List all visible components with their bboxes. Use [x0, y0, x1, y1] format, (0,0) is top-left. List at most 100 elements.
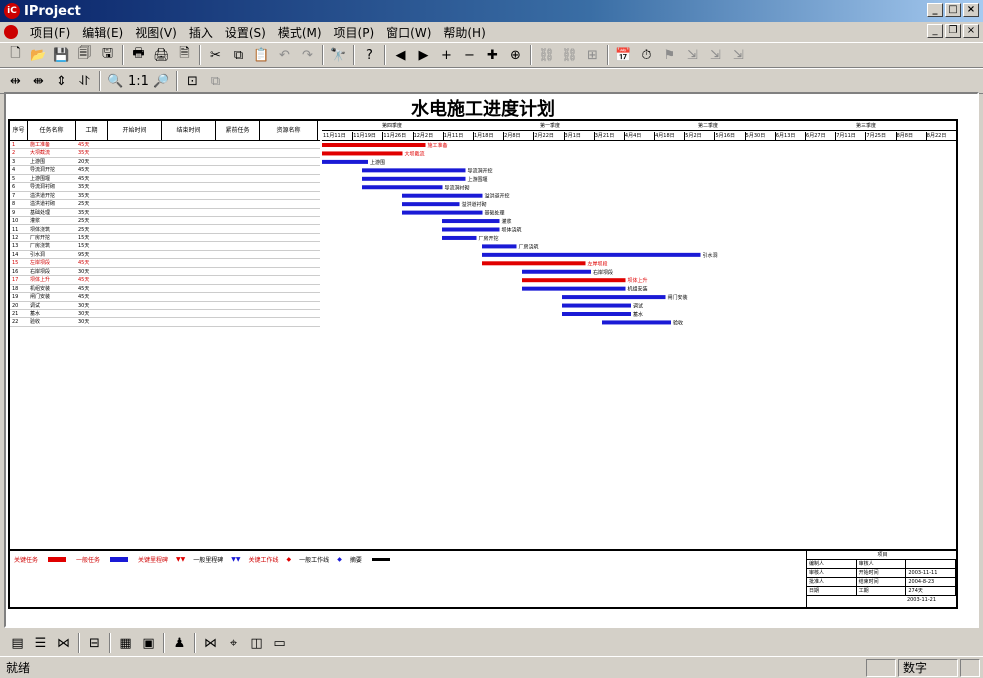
calendar-view-icon[interactable]: ▦ [114, 632, 137, 654]
remove-icon[interactable]: − [458, 44, 481, 66]
resource-link-icon[interactable]: ⇲ [704, 44, 727, 66]
doc-restore-button[interactable]: ❐ [945, 24, 961, 38]
menu-window[interactable]: 窗口(W) [380, 24, 437, 41]
split-icon[interactable]: ⊞ [581, 44, 604, 66]
tracking-icon[interactable]: ⌖ [222, 632, 245, 654]
table-row[interactable]: 14 引水洞 95天 [10, 251, 320, 260]
table-view-icon[interactable]: ▤ [6, 632, 29, 654]
document-menu-icon[interactable] [4, 25, 18, 39]
gantt-bar[interactable] [482, 252, 701, 257]
save-all-icon[interactable]: 🗐 [73, 44, 96, 66]
menu-project[interactable]: 项目(F) [24, 24, 76, 41]
new-icon[interactable]: 🗋 [4, 44, 27, 66]
gantt-bar[interactable] [442, 235, 477, 240]
menu-project-p[interactable]: 项目(P) [328, 24, 381, 41]
close-button[interactable]: × [963, 3, 979, 17]
table-row[interactable]: 5 上游围堰 45天 [10, 175, 320, 184]
paste-icon[interactable]: 📋 [250, 44, 273, 66]
gantt-bar[interactable] [362, 168, 466, 173]
gantt-bar[interactable] [442, 219, 500, 224]
publish-icon[interactable]: 🖫 [96, 44, 119, 66]
maximize-button[interactable]: □ [945, 3, 961, 17]
flag-icon[interactable]: ⚑ [658, 44, 681, 66]
gantt-bar[interactable] [602, 320, 671, 325]
table-row[interactable]: 6 导流洞衬砌 35天 [10, 183, 320, 192]
gantt-bar[interactable] [402, 193, 483, 198]
zoom-out-icon[interactable]: 🔍 [104, 70, 127, 92]
table-row[interactable]: 3 上游围 20天 [10, 158, 320, 167]
split-view-icon[interactable]: ◫ [245, 632, 268, 654]
table-row[interactable]: 17 坝体上升 45天 [10, 276, 320, 285]
doc-minimize-button[interactable]: _ [927, 24, 943, 38]
table-row[interactable]: 8 溢洪道衬砌 25天 [10, 200, 320, 209]
fit-page-icon[interactable]: ⊡ [181, 70, 204, 92]
network-view-icon[interactable]: ⋈ [52, 632, 75, 654]
add-resource-icon[interactable]: ⇲ [681, 44, 704, 66]
collapse-vertical-icon[interactable]: ⥯ [73, 70, 96, 92]
menu-view[interactable]: 视图(V) [129, 24, 183, 41]
schedule-icon[interactable]: ⏱ [635, 44, 658, 66]
cut-icon[interactable]: ✂ [204, 44, 227, 66]
menu-settings[interactable]: 设置(S) [219, 24, 272, 41]
expand-vertical-icon[interactable]: ⇕ [50, 70, 73, 92]
table-row[interactable]: 22 验收 30天 [10, 318, 320, 327]
table-row[interactable]: 20 调试 30天 [10, 302, 320, 310]
page-setup-icon[interactable]: 🗎 [173, 44, 196, 66]
calendar-icon[interactable]: 📅 [612, 44, 635, 66]
gantt-bar[interactable] [402, 210, 483, 215]
link-icon[interactable]: ⛓ [535, 44, 558, 66]
gantt-bar[interactable] [482, 261, 586, 266]
gantt-bar[interactable] [322, 159, 368, 164]
add-task-icon[interactable]: ✚ [481, 44, 504, 66]
table-row[interactable]: 16 右岸坝段 30天 [10, 268, 320, 277]
print-icon[interactable]: 🖶 [127, 44, 150, 66]
undo-icon[interactable]: ↶ [273, 44, 296, 66]
unlink-icon[interactable]: ⛓ [558, 44, 581, 66]
layers-icon[interactable]: ⧉ [204, 70, 227, 92]
doc-close-button[interactable]: × [963, 24, 979, 38]
table-row[interactable]: 1 施工准备 45天 [10, 141, 320, 150]
gantt-bar[interactable] [322, 151, 403, 156]
table-row[interactable]: 21 蓄水 30天 [10, 310, 320, 319]
menu-help[interactable]: 帮助(H) [437, 24, 491, 41]
resize-grip-icon[interactable] [960, 659, 980, 677]
table-row[interactable]: 11 坝体浇筑 25天 [10, 226, 320, 234]
gantt-bar[interactable] [402, 202, 460, 207]
resource-view-icon[interactable]: ⊟ [83, 632, 106, 654]
add-sub-icon[interactable]: ⊕ [504, 44, 527, 66]
table-row[interactable]: 18 机组安装 45天 [10, 285, 320, 294]
compare-icon[interactable]: ⋈ [199, 632, 222, 654]
gantt-bar[interactable] [362, 176, 466, 181]
copy-icon[interactable]: ⧉ [227, 44, 250, 66]
gantt-bar[interactable] [522, 286, 626, 291]
person-icon[interactable]: ♟ [168, 632, 191, 654]
table-row[interactable]: 4 导流洞开挖 45天 [10, 166, 320, 175]
menu-mode[interactable]: 模式(M) [272, 24, 328, 41]
gantt-bar[interactable] [482, 244, 517, 249]
window-icon[interactable]: ▭ [268, 632, 291, 654]
gantt-bar[interactable] [322, 143, 426, 147]
expand-horizontal-icon[interactable]: ⇹ [4, 70, 27, 92]
open-icon[interactable]: 📂 [27, 44, 50, 66]
gantt-bar[interactable] [522, 269, 591, 274]
gantt-bar[interactable] [562, 295, 666, 300]
table-row[interactable]: 15 左岸坝段 45天 [10, 259, 320, 268]
report-view-icon[interactable]: ▣ [137, 632, 160, 654]
table-row[interactable]: 9 基础处理 35天 [10, 209, 320, 218]
table-row[interactable]: 13 厂房浇筑 15天 [10, 242, 320, 251]
gantt-bar[interactable] [562, 312, 631, 316]
redo-icon[interactable]: ↷ [296, 44, 319, 66]
table-row[interactable]: 7 溢洪道开挖 35天 [10, 192, 320, 201]
table-row[interactable]: 2 大坝截流 35天 [10, 149, 320, 158]
menu-edit[interactable]: 编辑(E) [76, 24, 129, 41]
arrow-left-icon[interactable]: ◀ [389, 44, 412, 66]
table-row[interactable]: 19 闸门安装 45天 [10, 293, 320, 302]
zoom-in-icon[interactable]: 🔎 [150, 70, 173, 92]
gantt-bar[interactable] [442, 227, 500, 232]
save-icon[interactable]: 💾 [50, 44, 73, 66]
help-icon[interactable]: ? [358, 44, 381, 66]
print-preview-icon[interactable]: 🖨 [150, 44, 173, 66]
gantt-view-icon[interactable]: ☰ [29, 632, 52, 654]
resource-unlink-icon[interactable]: ⇲ [727, 44, 750, 66]
gantt-bar[interactable] [562, 303, 631, 308]
